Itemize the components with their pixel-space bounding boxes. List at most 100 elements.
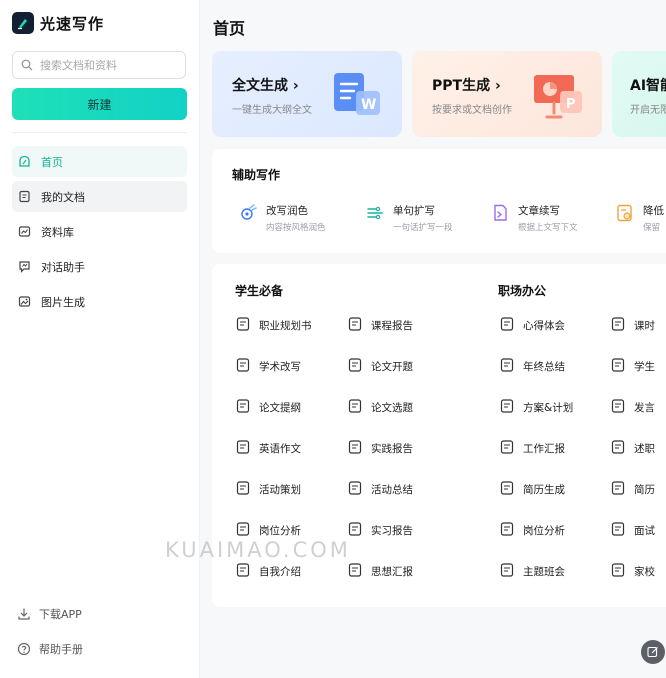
office-tool-item[interactable]: 简历生成 — [499, 480, 565, 499]
continue-icon — [494, 204, 507, 221]
tool-label: 主题班会 — [523, 566, 565, 578]
tool-icon — [610, 357, 626, 376]
assist-item-expand[interactable]: 单句扩写 一句话扩写一段 — [365, 203, 453, 233]
tool-icon — [347, 480, 363, 499]
main-content: 首页 全文生成 › 一键生成大纲全文 W PPT生成 › 按要求或文档创作 P … — [165, 0, 666, 678]
floating-edit-button[interactable] — [641, 640, 665, 664]
card-subtitle: 开启无限 — [630, 105, 666, 116]
tool-icon — [499, 357, 515, 376]
office-tool-item[interactable]: 述职 — [610, 439, 655, 458]
tool-icon — [610, 398, 626, 417]
tool-icon — [235, 562, 251, 581]
office-tool-item[interactable]: 发言 — [610, 398, 655, 417]
search-input[interactable] — [38, 57, 182, 73]
tool-icon — [610, 480, 626, 499]
office-tool-item[interactable]: 工作汇报 — [499, 439, 565, 458]
expand-icon — [367, 206, 383, 220]
student-tool-item[interactable]: 活动总结 — [347, 480, 413, 499]
tool-label: 面试 — [634, 525, 655, 537]
assist-item-reduce[interactable]: 降低 保留 — [615, 203, 664, 233]
help-icon — [17, 642, 31, 656]
office-tool-item[interactable]: 面试 — [610, 521, 655, 540]
tool-label: 简历 — [634, 484, 655, 496]
card-title: 全文生成 › — [232, 78, 299, 94]
document-icon — [19, 190, 30, 203]
assist-item-desc: 保留 — [643, 223, 661, 233]
download-app-link[interactable]: 下载APP — [12, 603, 83, 625]
sidebar-item-label: 图片生成 — [41, 295, 85, 309]
tool-label: 发言 — [634, 402, 655, 414]
sidebar-item-label: 对话助手 — [41, 260, 85, 274]
tool-icon — [610, 316, 626, 335]
office-tool-item[interactable]: 学生 — [610, 357, 655, 376]
assist-item-continue[interactable]: 文章续写 根据上文写下文 — [490, 203, 578, 233]
office-tool-item[interactable]: 课时 — [610, 316, 655, 335]
student-tool-item[interactable]: 课程报告 — [347, 316, 413, 335]
tool-label: 论文开题 — [371, 361, 413, 373]
assist-item-desc: 内容按风格润色 — [266, 223, 326, 233]
edit-icon — [647, 646, 658, 658]
tool-icon — [235, 398, 251, 417]
ai-smart-card[interactable]: AI智能 开启无限 — [612, 51, 666, 137]
tool-icon — [347, 316, 363, 335]
sidebar-item-library[interactable]: 资料库 — [12, 216, 187, 247]
svg-text:P: P — [566, 97, 576, 112]
tool-label: 年终总结 — [523, 361, 565, 373]
office-tool-item[interactable]: 心得体会 — [499, 316, 565, 335]
assist-item-desc: 根据上文写下文 — [518, 223, 578, 233]
student-tool-item[interactable]: 思想汇报 — [347, 562, 413, 581]
tool-label: 论文提纲 — [259, 402, 301, 414]
student-tool-item[interactable]: 实习报告 — [347, 521, 413, 540]
tool-icon — [610, 439, 626, 458]
sidebar: 光速写作 新建 首页 我的文档 — [0, 0, 200, 678]
help-manual-link[interactable]: 帮助手册 — [12, 638, 83, 660]
student-tool-item[interactable]: 自我介绍 — [235, 562, 301, 581]
office-tool-item[interactable]: 家校 — [610, 562, 655, 581]
search-box[interactable] — [12, 51, 186, 79]
student-tool-item[interactable]: 论文选题 — [347, 398, 413, 417]
tool-label: 工作汇报 — [523, 443, 565, 455]
student-tool-item[interactable]: 学术改写 — [235, 357, 301, 376]
ppt-generate-card[interactable]: PPT生成 › 按要求或文档创作 P — [412, 51, 602, 137]
help-manual-label: 帮助手册 — [39, 643, 83, 656]
student-tool-item[interactable]: 实践报告 — [347, 439, 413, 458]
tool-icon — [499, 316, 515, 335]
sidebar-item-image[interactable]: 图片生成 — [12, 286, 187, 317]
student-tool-item[interactable]: 活动策划 — [235, 480, 301, 499]
student-tool-item[interactable]: 论文提纲 — [235, 398, 301, 417]
sidebar-item-chat[interactable]: 对话助手 — [12, 251, 187, 282]
student-tool-item[interactable]: 职业规划书 — [235, 316, 312, 335]
app-logo[interactable]: 光速写作 — [12, 12, 104, 34]
office-tool-item[interactable]: 岗位分析 — [499, 521, 565, 540]
download-icon — [18, 608, 30, 620]
card-subtitle: 按要求或文档创作 — [432, 105, 512, 116]
assist-item-desc: 一句话扩写一段 — [393, 223, 453, 233]
student-tool-item[interactable]: 论文开题 — [347, 357, 413, 376]
office-tool-item[interactable]: 主题班会 — [499, 562, 565, 581]
tool-label: 英语作文 — [259, 443, 301, 455]
tool-icon — [610, 562, 626, 581]
student-section-title: 学生必备 — [235, 284, 284, 298]
sidebar-item-home[interactable]: 首页 — [12, 146, 187, 177]
sidebar-bottom-links: 下载APP 帮助手册 — [12, 603, 83, 673]
image-icon — [18, 296, 31, 307]
office-section-title: 职场办公 — [498, 284, 547, 298]
office-tool-item[interactable]: 年终总结 — [499, 357, 565, 376]
sidebar-item-documents[interactable]: 我的文档 — [12, 181, 187, 212]
tool-icon — [235, 439, 251, 458]
office-tool-item[interactable]: 方案&计划 — [499, 398, 573, 417]
tool-icon — [347, 398, 363, 417]
word-document-icon: W — [334, 73, 380, 115]
tool-icon — [347, 439, 363, 458]
student-tool-item[interactable]: 英语作文 — [235, 439, 301, 458]
new-button[interactable]: 新建 — [12, 88, 187, 120]
office-tool-item[interactable]: 简历 — [610, 480, 655, 499]
tool-icon — [499, 521, 515, 540]
tool-label: 简历生成 — [523, 484, 565, 496]
rewrite-icon — [241, 204, 257, 220]
assist-item-title: 文章续写 — [518, 205, 560, 217]
sidebar-item-label: 我的文档 — [41, 190, 85, 204]
full-text-generate-card[interactable]: 全文生成 › 一键生成大纲全文 W — [212, 51, 402, 137]
assist-item-rewrite[interactable]: 改写润色 内容按风格润色 — [238, 203, 326, 233]
app-name: 光速写作 — [40, 14, 105, 33]
